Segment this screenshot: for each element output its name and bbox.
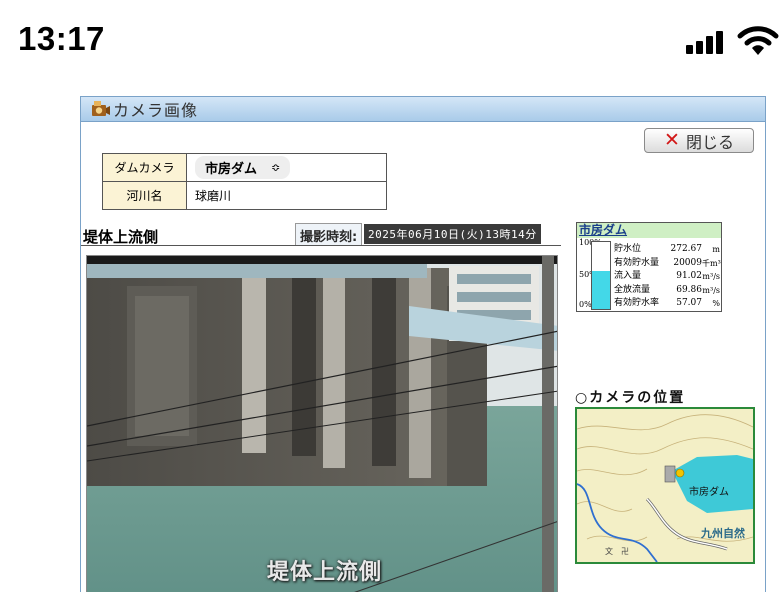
dam-row-label: 有効貯水量 <box>614 257 660 268</box>
svg-text:文 卍: 文 卍 <box>605 546 629 556</box>
dam-row: 貯水位 272.67 m <box>614 243 720 257</box>
info-table: ダムカメラ 市房ダム ≎ 河川名 球磨川 <box>102 153 387 210</box>
wifi-icon <box>737 26 779 55</box>
status-time: 13:17 <box>18 20 105 57</box>
dam-photo <box>87 256 557 592</box>
dam-panel-title[interactable]: 市房ダム <box>577 223 721 238</box>
window-title: カメラ画像 <box>113 101 199 120</box>
dam-row: 有効貯水率 57.07 % <box>614 297 720 311</box>
shot-time-value: 2025年06月10日(火)13時14分 <box>364 224 541 244</box>
close-button[interactable]: ✕ 閉じる <box>644 128 754 153</box>
dam-row-unit: % <box>712 299 720 308</box>
close-button-label: 閉じる <box>685 132 734 152</box>
dam-row-unit: m³/s <box>702 272 720 281</box>
camera-window: カメラ画像 ✕ 閉じる ダムカメラ 市房ダム ≎ 河川名 球磨川 堤体上流側 撮… <box>80 96 766 592</box>
camera-label: ダムカメラ <box>102 153 187 182</box>
map-graphic: 市房ダム 九州自然 文 卍 <box>577 409 753 562</box>
dam-row: 有効貯水量 20009 千m³ <box>614 257 721 271</box>
chevron-updown-icon: ≎ <box>271 161 281 174</box>
dam-row-label: 貯水位 <box>614 244 642 254</box>
dam-row-unit: m <box>712 245 720 254</box>
section-divider <box>81 245 561 246</box>
location-map[interactable]: 市房ダム 九州自然 文 卍 <box>575 407 755 564</box>
close-icon: ✕ <box>664 129 680 151</box>
dam-row-value: 91.02 <box>676 271 702 281</box>
gauge-bar <box>591 241 611 310</box>
window-titlebar: カメラ画像 <box>81 97 765 122</box>
camera-icon <box>92 101 110 116</box>
dam-data-panel: 市房ダム 100% 50% 0% 貯水位 272.67 m 有効貯水量 2000… <box>576 222 722 312</box>
map-dam-label: 市房ダム <box>689 485 729 498</box>
shot-time-label: 撮影時刻: <box>295 223 363 245</box>
camera-image[interactable]: 堤体上流側 <box>86 255 558 592</box>
river-label: 河川名 <box>102 181 187 210</box>
dam-camera-value: 市房ダム <box>205 162 258 177</box>
status-bar: 13:17 <box>0 0 779 80</box>
camera-location-title: ○カメラの位置 <box>575 390 686 406</box>
dam-row-unit: m³/s <box>702 285 720 295</box>
dam-data-rows: 貯水位 272.67 m 有効貯水量 20009 千m³ 流入量 91.02 m… <box>614 243 721 311</box>
dam-row-unit: 千m³ <box>702 258 721 268</box>
image-section-title: 堤体上流側 <box>83 228 159 246</box>
dam-row-label: 有効貯水率 <box>614 298 660 308</box>
dam-row-value: 57.07 <box>676 298 702 308</box>
dam-row-value: 272.67 <box>670 244 703 254</box>
cellular-signal-icon <box>686 30 726 54</box>
camera-caption: 堤体上流側 <box>267 560 383 585</box>
gauge-tick-0: 0% <box>579 300 592 309</box>
map-region-label: 九州自然 <box>700 526 745 540</box>
dam-row: 全放流量 69.86 m³/s <box>614 284 720 298</box>
storage-gauge: 100% 50% 0% <box>577 239 613 311</box>
dam-camera-select[interactable]: 市房ダム ≎ <box>195 156 291 179</box>
dam-row-value: 20009 <box>673 257 702 268</box>
gauge-fill <box>592 270 610 309</box>
dam-row-value: 69.86 <box>676 284 702 295</box>
dam-row-label: 流入量 <box>614 271 642 281</box>
dam-row-label: 全放流量 <box>614 284 651 295</box>
river-value: 球磨川 <box>186 181 387 210</box>
dam-row: 流入量 91.02 m³/s <box>614 270 720 284</box>
